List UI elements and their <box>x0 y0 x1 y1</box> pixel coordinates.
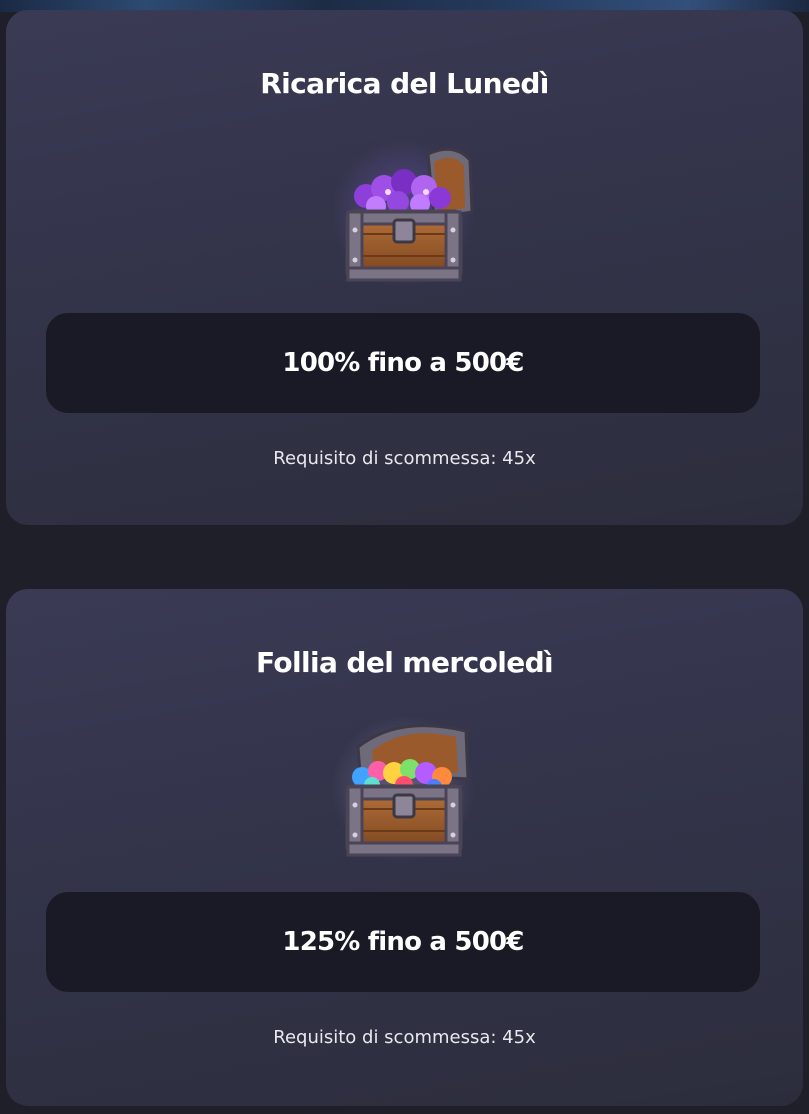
wagering-requirement: Requisito di scommessa: 45x <box>273 448 536 469</box>
promo-title: Ricarica del Lunedì <box>260 67 549 100</box>
treasure-chest-rainbow-gems-icon <box>331 715 475 863</box>
bonus-amount-box: 100% fino a 500€ <box>46 313 760 413</box>
promo-title: Follia del mercoledì <box>255 646 554 679</box>
promo-card-wednesday[interactable]: Follia del mercoledì 125% fino a 500€ Re… <box>6 589 803 1106</box>
bonus-amount: 100% fino a 500€ <box>282 348 524 378</box>
bonus-amount-box: 125% fino a 500€ <box>46 892 760 992</box>
bonus-amount: 125% fino a 500€ <box>282 927 524 957</box>
wagering-requirement: Requisito di scommessa: 45x <box>273 1027 536 1048</box>
promo-card-monday[interactable]: Ricarica del Lunedì 100% fino a 500€ Req… <box>6 10 803 525</box>
treasure-chest-purple-gems-icon <box>331 140 475 288</box>
